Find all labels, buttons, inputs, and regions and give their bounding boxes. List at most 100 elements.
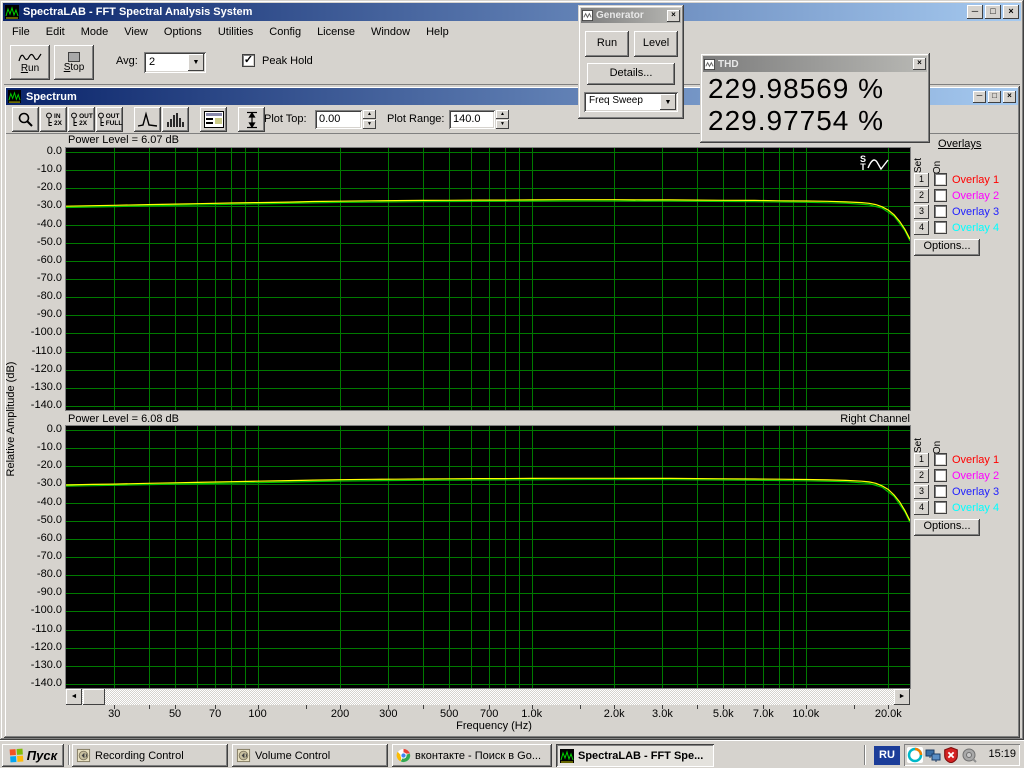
scrollbar-thumb[interactable] (83, 689, 105, 705)
close-icon[interactable]: × (913, 58, 926, 70)
generator-level-button[interactable]: Level (634, 31, 678, 57)
overlay-on-checkbox-3[interactable] (934, 485, 947, 498)
overlay-set-button-4[interactable]: 4 (914, 501, 929, 515)
overlay-label-1: Overlay 1 (952, 174, 999, 186)
display-options-button[interactable] (200, 107, 227, 132)
taskbar-button-4[interactable]: SpectraLAB - FFT Spe... (556, 744, 714, 767)
run-button[interactable]: Run (10, 45, 50, 80)
network-icon[interactable] (925, 747, 941, 763)
close-icon[interactable]: × (667, 10, 680, 22)
x-tick-label: 500 (440, 708, 458, 720)
x-tick-label: 5.0k (713, 708, 734, 720)
overlay-set-button-4[interactable]: 4 (914, 221, 929, 235)
overlay-label-4: Overlay 4 (952, 222, 999, 234)
y-tick-label: -50.0 (4, 514, 62, 526)
generator-signal-combobox[interactable]: Freq Sweep ▼ (584, 92, 678, 112)
thd-value-right: 229.97754 % (708, 105, 884, 137)
overlay-on-checkbox-2[interactable] (934, 469, 947, 482)
overlay-on-checkbox-4[interactable] (934, 501, 947, 514)
overlay-on-checkbox-3[interactable] (934, 205, 947, 218)
overlay-on-checkbox-1[interactable] (934, 453, 947, 466)
menu-item-options[interactable]: Options (156, 24, 210, 40)
overlay-set-button-3[interactable]: 3 (914, 205, 929, 219)
x-tick-label: 1.0k (521, 708, 542, 720)
overlay-set-button-3[interactable]: 3 (914, 485, 929, 499)
menu-item-utilities[interactable]: Utilities (210, 24, 261, 40)
taskbar-button-2[interactable]: Volume Control (232, 744, 388, 767)
output-2x-button[interactable]: OUT2X (68, 107, 95, 132)
menu-item-help[interactable]: Help (418, 24, 457, 40)
magnifier-icon (17, 111, 35, 129)
menu-item-file[interactable]: File (4, 24, 38, 40)
maximize-icon[interactable]: □ (988, 91, 1001, 103)
peak-display-button[interactable] (134, 107, 161, 132)
taskbar-button-1[interactable]: Recording Control (72, 744, 228, 767)
generator-window-icon (582, 10, 593, 21)
scroll-left-icon[interactable]: ◄ (66, 689, 82, 705)
plot-top-field[interactable]: 0.00 (315, 110, 362, 129)
app-ring-icon[interactable] (907, 747, 923, 763)
overlays-link[interactable]: Overlays (938, 138, 981, 150)
antivirus-shield-icon[interactable] (943, 747, 959, 763)
overlays-panel-right: SetOn1Overlay 12Overlay 23Overlay 34Over… (912, 430, 1020, 630)
output-full-button[interactable]: OUTFULL (96, 107, 123, 132)
overlay-set-button-2[interactable]: 2 (914, 189, 929, 203)
scale-range-button[interactable] (238, 107, 265, 132)
spectrum-plot-left[interactable] (66, 148, 910, 410)
stop-button[interactable]: Stop (54, 45, 94, 80)
audio-device-icon[interactable] (961, 747, 977, 763)
input-2x-button[interactable]: IN2X (40, 107, 67, 132)
y-tick-label: -110.0 (4, 623, 62, 635)
avg-combobox[interactable]: 2 ▼ (144, 52, 206, 73)
plot-top-spinner[interactable]: ▲ ▼ (363, 110, 376, 129)
chevron-down-icon[interactable]: ▼ (188, 54, 204, 71)
menu-item-window[interactable]: Window (363, 24, 418, 40)
maximize-icon[interactable]: □ (985, 5, 1001, 19)
right-channel-label: Right Channel (66, 413, 910, 425)
overlay-on-checkbox-2[interactable] (934, 189, 947, 202)
peak-hold-checkbox[interactable]: ✓ (242, 54, 255, 67)
overlay-set-button-2[interactable]: 2 (914, 469, 929, 483)
close-icon[interactable]: × (1003, 91, 1016, 103)
menu-item-mode[interactable]: Mode (73, 24, 117, 40)
menu-item-edit[interactable]: Edit (38, 24, 73, 40)
overlay-on-checkbox-4[interactable] (934, 221, 947, 234)
minimize-icon[interactable]: ─ (973, 91, 986, 103)
menu-item-license[interactable]: License (309, 24, 363, 40)
clock: 15:19 (988, 748, 1016, 760)
set-column-label: Set (913, 158, 924, 173)
start-button[interactable]: Пуск (2, 744, 64, 767)
close-icon[interactable]: × (1003, 5, 1019, 19)
overlay-on-checkbox-1[interactable] (934, 173, 947, 186)
plot-range-field[interactable]: 140.0 (449, 110, 495, 129)
overlay-options-button[interactable]: Options... (914, 239, 980, 256)
x-tick-label: 10.0k (792, 708, 819, 720)
zoom-button[interactable] (12, 107, 39, 132)
generator-details-button[interactable]: Details... (587, 63, 675, 85)
x-tick-label: 70 (209, 708, 221, 720)
frequency-scrollbar[interactable]: ◄ ► (66, 689, 910, 705)
taskbar-button-3[interactable]: вконтакте - Поиск в Go... (392, 744, 552, 767)
avg-value: 2 (149, 56, 155, 68)
scroll-right-icon[interactable]: ► (894, 689, 910, 705)
bar-display-button[interactable] (162, 107, 189, 132)
x-tick-label: 7.0k (753, 708, 774, 720)
y-tick-label: -100.0 (4, 326, 62, 338)
language-indicator[interactable]: RU (874, 746, 900, 765)
chevron-down-icon[interactable]: ▼ (660, 94, 676, 110)
overlay-options-button[interactable]: Options... (914, 519, 980, 536)
spin-down-icon: ▼ (363, 120, 376, 129)
plot-range-spinner[interactable]: ▲ ▼ (496, 110, 509, 129)
minimize-icon[interactable]: ─ (967, 5, 983, 19)
sweep-wave-icon (866, 154, 892, 172)
overlay-set-button-1[interactable]: 1 (914, 453, 929, 467)
spectrum-plot-right[interactable] (66, 426, 910, 688)
y-tick-label: -40.0 (4, 496, 62, 508)
menu-item-view[interactable]: View (116, 24, 156, 40)
menu-item-config[interactable]: Config (261, 24, 309, 40)
chrome-icon (396, 748, 411, 763)
main-window-title: SpectraLAB - FFT Spectral Analysis Syste… (23, 6, 965, 18)
overlay-set-button-1[interactable]: 1 (914, 173, 929, 187)
generator-run-button[interactable]: Run (585, 31, 629, 57)
y-tick-label: -70.0 (4, 272, 62, 284)
